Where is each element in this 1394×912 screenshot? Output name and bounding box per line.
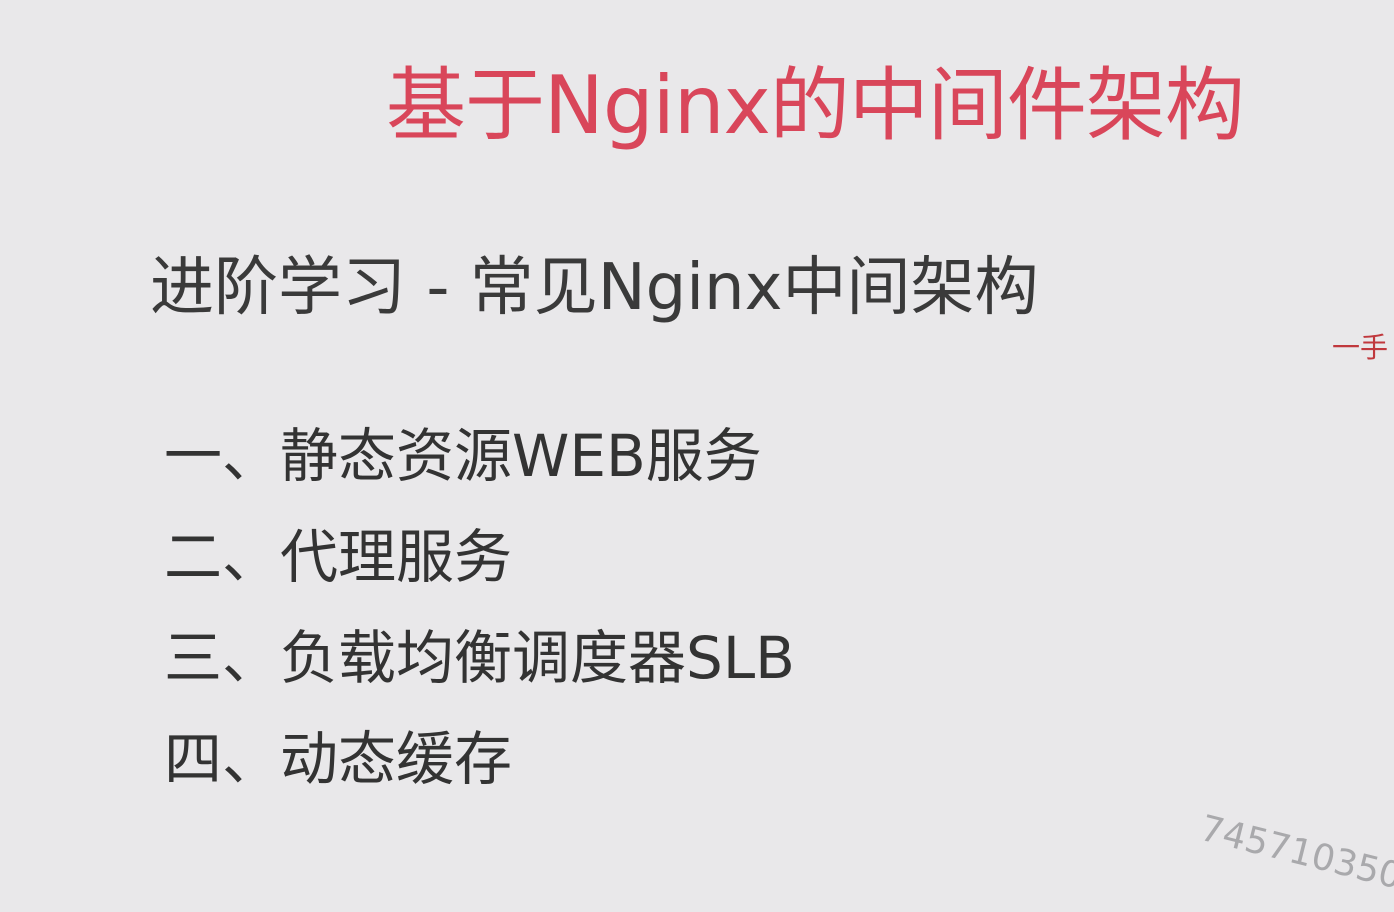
slide-title: 基于Nginx的中间件架构 bbox=[386, 59, 1245, 152]
list-item: 三、负载均衡调度器SLB bbox=[164, 624, 795, 692]
list-item: 四、动态缓存 bbox=[164, 725, 513, 793]
slide-subtitle: 进阶学习 - 常见Nginx中间架构 bbox=[150, 251, 1039, 325]
slide-canvas: 基于Nginx的中间件架构 进阶学习 - 常见Nginx中间架构 一、静态资源W… bbox=[0, 0, 1394, 912]
list-item: 二、代理服务 bbox=[164, 523, 513, 591]
corner-watermark: 一手 bbox=[1332, 331, 1389, 364]
number-watermark: 745710350 bbox=[1196, 808, 1394, 898]
topic-list: 一、静态资源WEB服务 二、代理服务 三、负载均衡调度器SLB 四、动态缓存 bbox=[164, 427, 795, 831]
list-item: 一、静态资源WEB服务 bbox=[164, 422, 762, 490]
